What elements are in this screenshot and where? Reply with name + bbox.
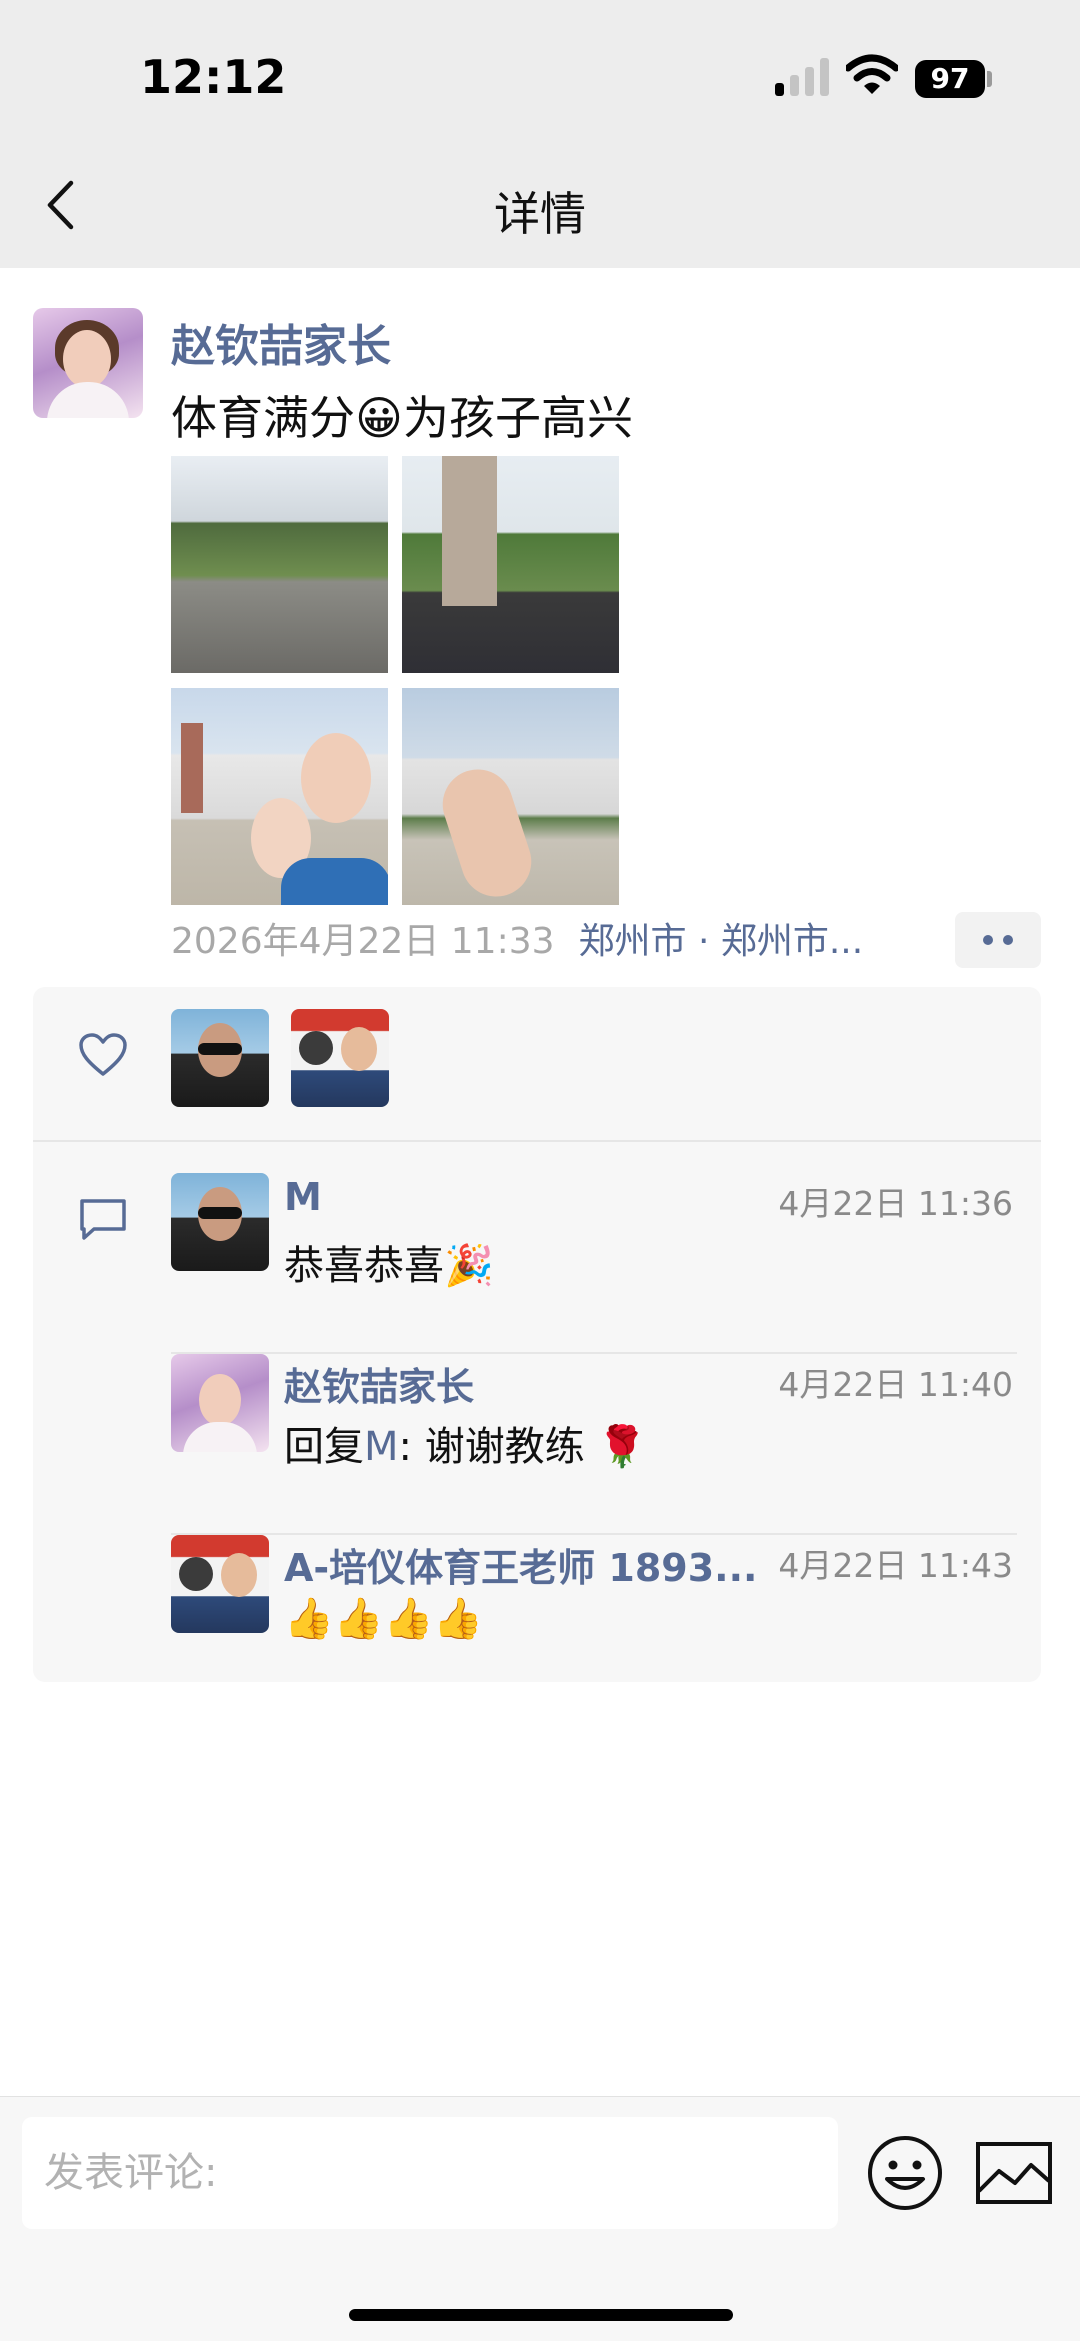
commenter-avatar[interactable]	[171, 1173, 269, 1271]
post-text: 体育满分😀为孩子高兴	[171, 391, 633, 445]
page-title: 详情	[494, 187, 586, 241]
post-photo-1[interactable]	[171, 456, 388, 673]
status-time: 12:12	[140, 50, 287, 104]
like-avatar-wang[interactable]	[291, 1009, 389, 1107]
more-actions-button[interactable]	[955, 912, 1041, 968]
commenter-avatar[interactable]	[171, 1354, 269, 1452]
commenter-name[interactable]: 赵钦喆家长	[284, 1356, 474, 1411]
top-bar: 12:12 97 详情	[0, 0, 1080, 268]
commenter-name[interactable]: A-培仪体育王老师 1893...	[284, 1537, 757, 1592]
like-avatar-m[interactable]	[171, 1009, 269, 1107]
comment-text: 恭喜恭喜🎉	[284, 1243, 494, 1289]
battery-indicator: 97	[915, 60, 985, 98]
image-icon[interactable]	[975, 2141, 1053, 2205]
author-name[interactable]: 赵钦喆家长	[171, 310, 391, 374]
post-location[interactable]: 郑州市 · 郑州市...	[579, 921, 864, 962]
comment-input[interactable]	[22, 2117, 838, 2229]
post-time: 2026年4月22日 11:33	[171, 921, 555, 962]
post-photo-2[interactable]	[402, 456, 619, 673]
comment-icon	[80, 1199, 126, 1240]
comment-text: 回复M: 谢谢教练 🌹	[284, 1414, 647, 1472]
comment-item[interactable]: M 4月22日 11:36 恭喜恭喜🎉	[171, 1173, 1017, 1354]
divider	[33, 1140, 1041, 1142]
reply-target[interactable]: M	[364, 1424, 399, 1470]
wifi-icon	[846, 54, 898, 94]
comment-time: 4月22日 11:36	[778, 1184, 1013, 1223]
author-avatar[interactable]	[33, 308, 143, 418]
commenter-name[interactable]: M	[284, 1175, 322, 1219]
battery-tip	[987, 71, 992, 87]
comment-text: 👍👍👍👍	[284, 1596, 484, 1642]
post-photo-3[interactable]	[171, 688, 388, 905]
post-photo-4[interactable]	[402, 688, 619, 905]
dot-icon	[983, 935, 993, 945]
comment-time: 4月22日 11:43	[778, 1546, 1013, 1585]
comment-time: 4月22日 11:40	[778, 1365, 1013, 1404]
comment-bar	[0, 2096, 1080, 2341]
home-indicator	[349, 2309, 733, 2321]
heart-icon	[79, 1033, 127, 1076]
emoji-icon[interactable]	[865, 2133, 945, 2213]
dot-icon	[1003, 935, 1013, 945]
post-meta: 2026年4月22日 11:33 郑州市 · 郑州市...	[171, 912, 863, 964]
comment-item[interactable]: 赵钦喆家长 4月22日 11:40 回复M: 谢谢教练 🌹	[171, 1354, 1017, 1535]
cellular-signal-icon	[775, 56, 831, 96]
reply-prefix: 回复	[284, 1424, 364, 1470]
reply-text: : 谢谢教练 🌹	[398, 1424, 648, 1470]
commenter-avatar[interactable]	[171, 1535, 269, 1633]
interaction-panel: M 4月22日 11:36 恭喜恭喜🎉 赵钦喆家长 4月22日 11:40 回复…	[33, 987, 1041, 1682]
comment-item[interactable]: A-培仪体育王老师 1893... 4月22日 11:43 👍👍👍👍	[171, 1535, 1017, 1716]
